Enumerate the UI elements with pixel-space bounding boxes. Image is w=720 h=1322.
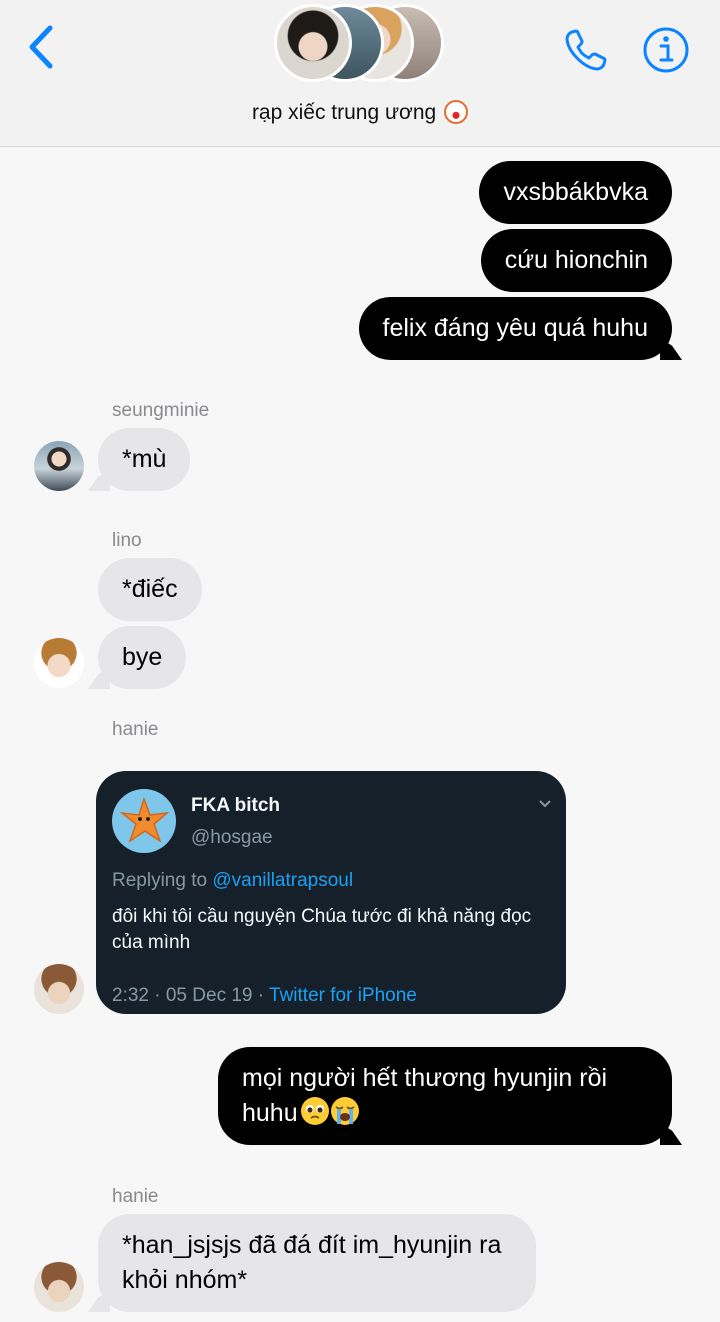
tweet-meta: 2:32 · 05 Dec 19 · Twitter for iPhone: [112, 985, 417, 1006]
pleading-face-icon: [300, 1097, 329, 1125]
shared-tweet-card[interactable]: FKA bitch @hosgae Replying to @vanillatr…: [96, 771, 566, 1014]
incoming-message[interactable]: *điếc: [98, 558, 202, 621]
group-avatar-stack[interactable]: [274, 2, 446, 86]
incoming-message[interactable]: *mù: [98, 428, 191, 491]
tweet-text: đôi khi tôi cầu nguyện Chúa tước đi khả …: [112, 906, 532, 953]
incoming-message[interactable]: bye: [98, 626, 187, 689]
sender-name: seungminie: [112, 400, 210, 421]
sender-name: lino: [112, 530, 142, 551]
outgoing-message[interactable]: mọi người hết thương hyunjin rồi huhu: [218, 1047, 672, 1145]
chat-header: rạp xiếc trung ương: [0, 0, 720, 147]
replying-to-link[interactable]: @vanillatrapsoul: [212, 870, 353, 891]
outgoing-message[interactable]: cứu hionchin: [480, 229, 672, 292]
avatar[interactable]: [34, 638, 84, 688]
avatar[interactable]: [34, 964, 84, 1014]
outgoing-message[interactable]: felix đáng yêu quá huhu: [358, 297, 672, 360]
group-title[interactable]: rạp xiếc trung ương: [0, 100, 720, 125]
sender-name: hanie: [112, 1186, 159, 1207]
avatar[interactable]: [34, 1262, 84, 1312]
tweet-replying-to: Replying to @vanillatrapsoul: [112, 870, 354, 891]
tweet-source-link[interactable]: Twitter for iPhone: [269, 985, 417, 1006]
tweet-handle: @hosgae: [191, 827, 273, 848]
tweet-display-name: FKA bitch: [191, 795, 281, 816]
sender-name: hanie: [112, 719, 159, 740]
tweet-avatar: [112, 789, 176, 853]
info-icon[interactable]: [642, 26, 690, 74]
member-avatar: [274, 4, 352, 82]
incoming-message[interactable]: *han_jsjsjs đã đá đít im_hyunjin ra khỏi…: [98, 1214, 536, 1312]
starfish-icon: [119, 796, 170, 843]
chevron-left-icon[interactable]: [24, 22, 64, 72]
phone-icon[interactable]: [562, 26, 610, 74]
outgoing-message[interactable]: vxsbbákbvka: [479, 161, 672, 224]
clown-face-icon: [444, 100, 469, 124]
avatar[interactable]: [34, 441, 84, 491]
chevron-down-icon[interactable]: [538, 797, 552, 811]
loudly-crying-face-icon: [330, 1097, 359, 1125]
